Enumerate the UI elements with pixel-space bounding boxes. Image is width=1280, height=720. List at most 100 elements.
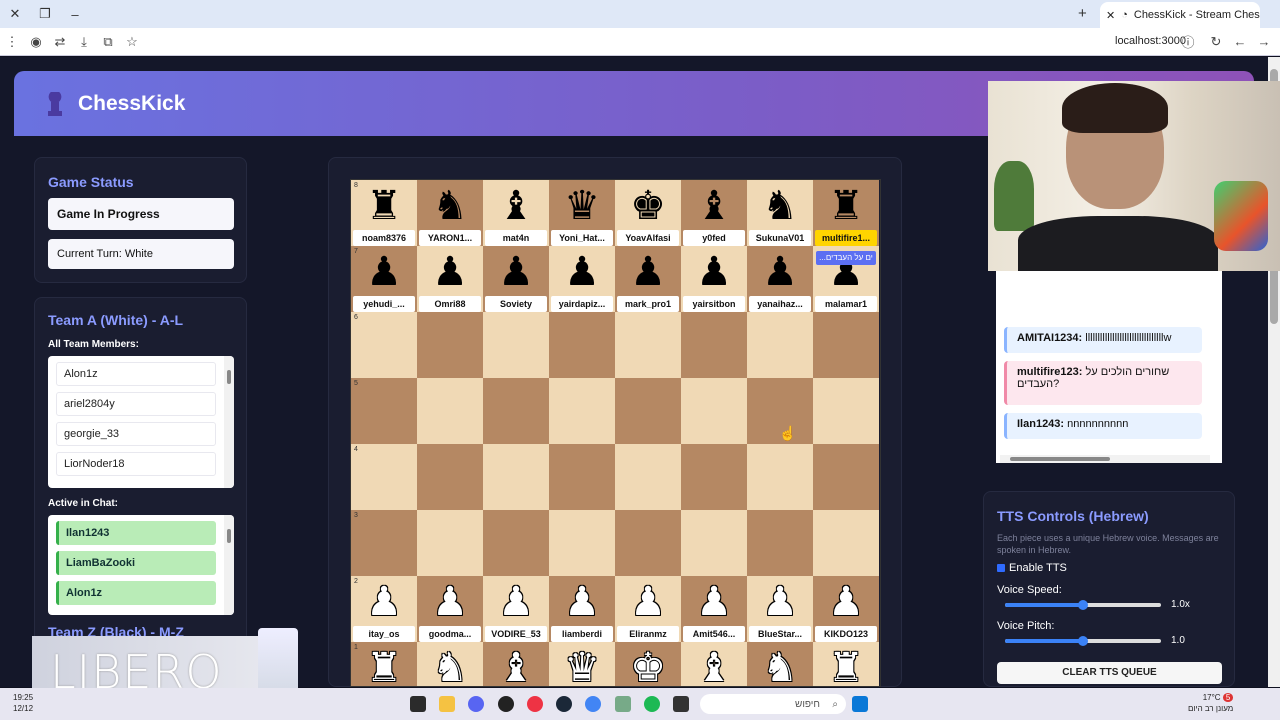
slider-handle[interactable] — [1078, 600, 1088, 610]
obs-icon[interactable] — [527, 696, 543, 712]
terminal-icon[interactable] — [410, 696, 426, 712]
chess-piece[interactable]: ♛ — [549, 184, 615, 228]
chess-piece[interactable]: ♞ — [747, 646, 813, 686]
new-tab-button[interactable]: + — [1078, 5, 1087, 22]
chess-piece[interactable]: ♝ — [483, 184, 549, 228]
chess-piece[interactable]: ♚ — [615, 646, 681, 686]
enable-tts-checkbox[interactable]: Enable TTS — [997, 562, 1067, 574]
chess-piece[interactable]: ♝ — [483, 646, 549, 686]
board-square[interactable] — [681, 312, 747, 378]
chess-piece[interactable]: ♟ — [417, 250, 483, 294]
reload-icon[interactable]: ↻ — [1204, 28, 1228, 56]
browser-tab[interactable]: ✕ ◔ ChessKick - Stream Chess Ga — [1100, 2, 1260, 28]
board-square[interactable] — [417, 312, 483, 378]
chess-piece[interactable]: ♟ — [615, 580, 681, 624]
board-square[interactable] — [549, 510, 615, 576]
checkbox-icon[interactable] — [997, 564, 1005, 572]
chess-piece[interactable]: ♜ — [351, 184, 417, 228]
folder-icon[interactable] — [439, 696, 455, 712]
board-square[interactable] — [615, 312, 681, 378]
chess-piece[interactable]: ♜ — [351, 646, 417, 686]
board-square[interactable] — [351, 510, 417, 576]
download-icon[interactable]: ⤓ — [72, 28, 96, 56]
chess-piece[interactable]: ♟ — [483, 250, 549, 294]
board-square[interactable] — [417, 378, 483, 444]
restore-window-icon[interactable]: ❐ — [30, 0, 60, 28]
minimize-window-icon[interactable]: – — [60, 0, 90, 28]
site-info-icon[interactable]: ⓘ — [1176, 28, 1200, 56]
clear-tts-queue-button[interactable]: CLEAR TTS QUEUE — [997, 662, 1222, 684]
board-square[interactable] — [549, 378, 615, 444]
chess-piece[interactable]: ♟ — [615, 250, 681, 294]
close-tab-icon[interactable]: ✕ — [1106, 9, 1115, 22]
chess-piece[interactable]: ♟ — [483, 580, 549, 624]
chess-piece[interactable]: ♟ — [747, 580, 813, 624]
app-icon[interactable] — [615, 696, 631, 712]
voice-speed-slider[interactable] — [1005, 600, 1161, 610]
forward-icon[interactable]: → — [1252, 28, 1276, 56]
chat-panel[interactable]: AMITAI1234: llllllllllllllllllllllllllll… — [996, 271, 1222, 463]
board-square[interactable] — [351, 444, 417, 510]
chess-piece[interactable]: ♞ — [417, 646, 483, 686]
board-square[interactable] — [417, 510, 483, 576]
chess-piece[interactable]: ♟ — [351, 250, 417, 294]
chat-horizontal-scrollbar[interactable] — [1000, 455, 1210, 463]
close-window-icon[interactable]: ✕ — [0, 0, 30, 28]
board-square[interactable] — [813, 510, 879, 576]
menu-icon[interactable]: ⋮ — [0, 28, 24, 56]
chess-piece[interactable]: ♟ — [681, 250, 747, 294]
extension-icon[interactable]: ◉ — [24, 28, 48, 56]
board-square[interactable] — [483, 444, 549, 510]
taskbar-clock[interactable]: 19:25 12/12 — [13, 692, 33, 714]
active-chat-list[interactable]: Ilan1243 LiamBaZooki Alon1z — [48, 515, 234, 615]
board-square[interactable] — [813, 312, 879, 378]
board-square[interactable] — [747, 312, 813, 378]
spotify-icon[interactable] — [644, 696, 660, 712]
translate-icon[interactable]: ⇄ — [48, 28, 72, 56]
team-members-list[interactable]: Alon1z ariel2804y georgie_33 LiorNoder18 — [48, 356, 234, 488]
board-square[interactable] — [681, 444, 747, 510]
members-scrollbar[interactable] — [224, 356, 234, 488]
board-square[interactable] — [351, 312, 417, 378]
taskbar-search[interactable]: חיפוש ⌕ — [700, 694, 846, 714]
bookmark-star-icon[interactable]: ☆ — [120, 28, 144, 56]
chess-piece[interactable]: ♜ — [813, 646, 879, 686]
weather-widget[interactable]: 17°C 5 מעונן רב היום — [1188, 692, 1234, 714]
chess-piece[interactable]: ♛ — [549, 646, 615, 686]
discord-icon[interactable] — [468, 696, 484, 712]
chess-piece[interactable]: ♟ — [417, 580, 483, 624]
board-square[interactable] — [747, 510, 813, 576]
app-icon[interactable] — [673, 696, 689, 712]
chess-piece[interactable]: ♚ — [615, 184, 681, 228]
board-square[interactable] — [681, 378, 747, 444]
board-square[interactable] — [549, 312, 615, 378]
slider-handle[interactable] — [1078, 636, 1088, 646]
board-square[interactable] — [351, 378, 417, 444]
active-scrollbar[interactable] — [224, 515, 234, 615]
steam-icon[interactable] — [556, 696, 572, 712]
board-square[interactable] — [813, 378, 879, 444]
chess-piece[interactable]: ♟ — [351, 580, 417, 624]
board-square[interactable] — [615, 444, 681, 510]
board-square[interactable] — [747, 444, 813, 510]
chess-piece[interactable]: ♟ — [813, 580, 879, 624]
board-square[interactable] — [681, 510, 747, 576]
chess-piece[interactable]: ♜ — [813, 184, 879, 228]
chrome-icon[interactable] — [585, 696, 601, 712]
board-square[interactable] — [483, 510, 549, 576]
voice-pitch-slider[interactable] — [1005, 636, 1161, 646]
board-square[interactable] — [813, 444, 879, 510]
board-square[interactable] — [417, 444, 483, 510]
chess-piece[interactable]: ♞ — [747, 184, 813, 228]
chess-piece[interactable]: ♟ — [549, 250, 615, 294]
media-player-icon[interactable] — [498, 696, 514, 712]
chess-piece[interactable]: ♝ — [681, 184, 747, 228]
board-square[interactable] — [483, 312, 549, 378]
chess-piece[interactable]: ♞ — [417, 184, 483, 228]
board-square[interactable] — [615, 510, 681, 576]
board-square[interactable] — [549, 444, 615, 510]
chess-piece[interactable]: ♟ — [681, 580, 747, 624]
chess-piece[interactable]: ♟ — [549, 580, 615, 624]
board-square[interactable] — [483, 378, 549, 444]
board-square[interactable] — [615, 378, 681, 444]
